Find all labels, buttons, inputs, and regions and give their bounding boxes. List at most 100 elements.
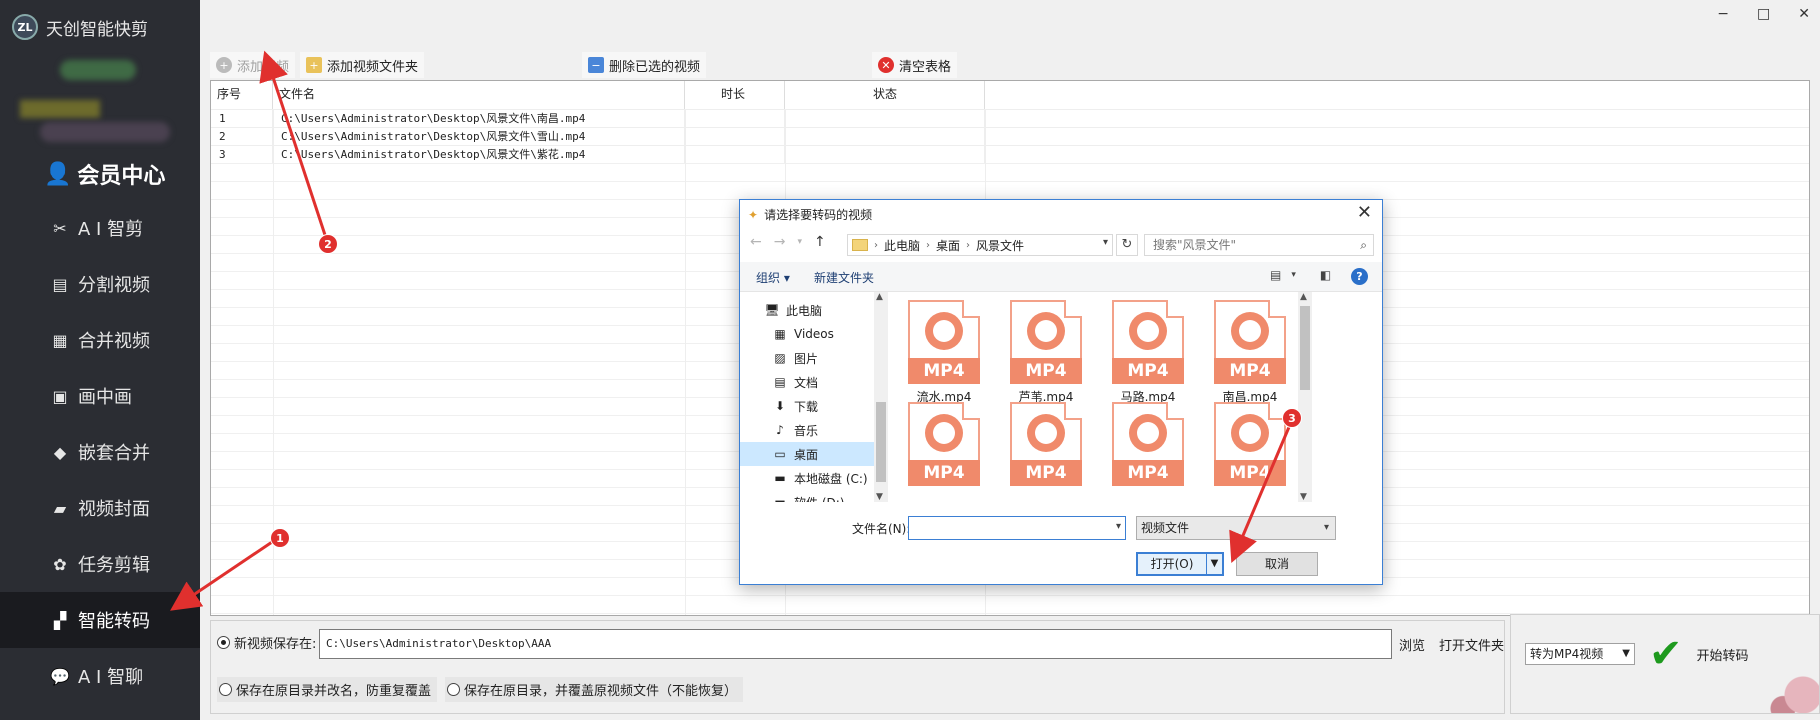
open-folder-button[interactable]: 打开文件夹: [1439, 635, 1504, 654]
tree-scrollbar[interactable]: ▲ ▼: [874, 292, 888, 502]
file-item[interactable]: MP4 马路.mp4: [1098, 292, 1198, 410]
files-scrollbar[interactable]: ▲ ▼: [1298, 292, 1312, 502]
file-item[interactable]: MP4: [996, 394, 1096, 502]
format-select[interactable]: 转为MP4视频 ▼: [1525, 643, 1635, 665]
maximize-button[interactable]: □: [1757, 6, 1770, 22]
sidebar-item-6[interactable]: ✿ 任务剪辑: [0, 536, 200, 592]
tree-item-music-folder[interactable]: ♪ 音乐: [740, 418, 874, 442]
organize-button[interactable]: 组织 ▾: [756, 269, 790, 286]
member-center-label: 会员中心: [77, 163, 166, 189]
clear-table-button[interactable]: ✕ 清空表格: [872, 52, 958, 78]
header-index[interactable]: 序号: [211, 81, 273, 109]
filetype-select[interactable]: 视频文件 ▾: [1136, 516, 1336, 540]
tree-item-disk-d[interactable]: ▬ 软件 (D:): [740, 490, 874, 502]
radio-new-location[interactable]: [217, 636, 230, 649]
radio-rename[interactable]: [219, 683, 232, 696]
tree-item-downloads-folder[interactable]: ⬇ 下载: [740, 394, 874, 418]
table-gridline: [211, 163, 1809, 164]
file-item[interactable]: MP4 芦苇.mp4: [996, 292, 1096, 410]
sidebar-item-8[interactable]: 💬 A I 智聊: [0, 648, 200, 704]
dialog-close-button[interactable]: ✕: [1357, 202, 1372, 223]
add-folder-button[interactable]: + 添加视频文件夹: [300, 52, 425, 78]
breadcrumb-desktop[interactable]: 桌面: [936, 237, 960, 254]
add-video-button[interactable]: + 添加视频: [210, 52, 296, 78]
close-button[interactable]: ✕: [1798, 6, 1810, 22]
tree-scroll-thumb[interactable]: [876, 402, 886, 482]
back-arrow-icon[interactable]: ←: [750, 234, 762, 250]
delete-selected-button[interactable]: − 删除已选的视频: [582, 52, 707, 78]
scroll-down-icon[interactable]: ▼: [1300, 492, 1307, 502]
address-dropdown-icon[interactable]: ▾: [1103, 237, 1108, 248]
tree-item-this-pc[interactable]: 🖥 此电脑: [740, 298, 874, 322]
view-dropdown-icon[interactable]: ▾: [1291, 270, 1296, 280]
folder-icon: [852, 239, 868, 251]
minimize-button[interactable]: −: [1717, 6, 1729, 22]
sidebar-item-5[interactable]: ▰ 视频封面: [0, 480, 200, 536]
sidebar-item-3[interactable]: ▣ 画中画: [0, 368, 200, 424]
file-item[interactable]: MP4: [894, 394, 994, 502]
tree-item-desktop-folder[interactable]: ▭ 桌面: [740, 442, 874, 466]
browse-button[interactable]: 浏览: [1399, 635, 1425, 654]
option-rename[interactable]: 保存在原目录并改名，防重复覆盖: [217, 677, 438, 702]
blurred-user-name: [20, 100, 100, 118]
table-row[interactable]: 3 C:\Users\Administrator\Desktop\风景文件\紫花.…: [211, 145, 1809, 164]
tree-item-pictures-folder[interactable]: ▨ 图片: [740, 346, 874, 370]
file-item[interactable]: MP4 流水.mp4: [894, 292, 994, 410]
filename-input[interactable]: ▾: [908, 516, 1126, 540]
scroll-down-icon[interactable]: ▼: [876, 492, 883, 502]
sidebar-item-7[interactable]: ▞ 智能转码: [0, 592, 200, 648]
mp4-file-icon: MP4: [1112, 402, 1184, 486]
breadcrumb-separator-icon: ›: [874, 239, 878, 251]
member-center-button[interactable]: 👤 会员中心: [44, 158, 165, 190]
cancel-button[interactable]: 取消: [1236, 552, 1318, 576]
breadcrumb-this-pc[interactable]: 此电脑: [884, 237, 920, 254]
header-duration[interactable]: 时长: [685, 81, 785, 109]
files-scroll-thumb[interactable]: [1300, 306, 1310, 390]
table-row[interactable]: 1 C:\Users\Administrator\Desktop\风景文件\南昌.…: [211, 109, 1809, 128]
scroll-up-icon[interactable]: ▲: [876, 292, 883, 302]
up-arrow-icon[interactable]: ↑: [814, 234, 826, 250]
file-item[interactable]: MP4 南昌.mp4: [1200, 292, 1298, 410]
radio-overwrite[interactable]: [447, 683, 460, 696]
chevron-down-icon: ▾: [1323, 522, 1329, 533]
new-folder-button[interactable]: 新建文件夹: [814, 269, 874, 286]
dialog-nav-buttons: ← → ▾ ↑: [750, 234, 826, 250]
preview-pane-icon[interactable]: ◧: [1320, 268, 1331, 282]
clear-icon: ✕: [878, 57, 894, 73]
file-item[interactable]: MP4: [1098, 394, 1198, 502]
chevron-down-icon[interactable]: ▾: [1116, 521, 1121, 532]
sidebar-item-0[interactable]: ✂ A I 智剪: [0, 200, 200, 256]
tree-item-documents-folder[interactable]: ▤ 文档: [740, 370, 874, 394]
address-bar[interactable]: › 此电脑 › 桌面 › 风景文件 ▾: [847, 234, 1113, 256]
table-row[interactable]: 2 C:\Users\Administrator\Desktop\风景文件\雪山.…: [211, 127, 1809, 146]
tree-item-videos-folder[interactable]: ▦ Videos: [740, 322, 874, 346]
open-dropdown-button[interactable]: ▼: [1206, 552, 1224, 576]
mp4-file-icon: MP4: [1010, 300, 1082, 384]
refresh-icon[interactable]: ↻: [1116, 234, 1138, 256]
videos-folder-icon: ▦: [774, 327, 786, 341]
view-mode-icon[interactable]: ▤: [1270, 268, 1281, 282]
save-path-input[interactable]: C:\Users\Administrator\Desktop\AAA: [319, 629, 1392, 659]
breadcrumb-scenery[interactable]: 风景文件: [976, 237, 1024, 254]
file-item[interactable]: MP4: [1200, 394, 1298, 502]
save-location-option[interactable]: 新视频保存在:: [217, 633, 316, 652]
sidebar-item-2[interactable]: ▦ 合并视频: [0, 312, 200, 368]
scroll-up-icon[interactable]: ▲: [1300, 292, 1307, 302]
sidebar-item-1[interactable]: ▤ 分割视频: [0, 256, 200, 312]
header-status[interactable]: 状态: [785, 81, 985, 109]
film-reel-icon: [1231, 414, 1269, 452]
tree-item-local-disk[interactable]: ▬ 本地磁盘 (C:): [740, 466, 874, 490]
option-overwrite[interactable]: 保存在原目录，并覆盖原视频文件（不能恢复）: [445, 677, 744, 702]
window-controls: − □ ✕: [1717, 6, 1810, 22]
dialog-search-input[interactable]: 搜索"风景文件" ⌕: [1144, 234, 1374, 256]
sidebar-item-4[interactable]: ◆ 嵌套合并: [0, 424, 200, 480]
forward-arrow-icon[interactable]: →: [774, 234, 786, 250]
open-button[interactable]: 打开(O): [1136, 552, 1208, 576]
view-options: ▤ ▾ ◧: [1270, 268, 1331, 282]
file-type-badge: MP4: [1112, 358, 1184, 384]
help-icon[interactable]: ?: [1351, 268, 1368, 285]
header-filename[interactable]: 文件名: [273, 81, 685, 109]
cell-status: [785, 146, 985, 164]
recent-dropdown-icon[interactable]: ▾: [797, 237, 802, 247]
toolbar: + 添加视频 + 添加视频文件夹 − 删除已选的视频 ✕ 清空表格: [210, 52, 1810, 78]
